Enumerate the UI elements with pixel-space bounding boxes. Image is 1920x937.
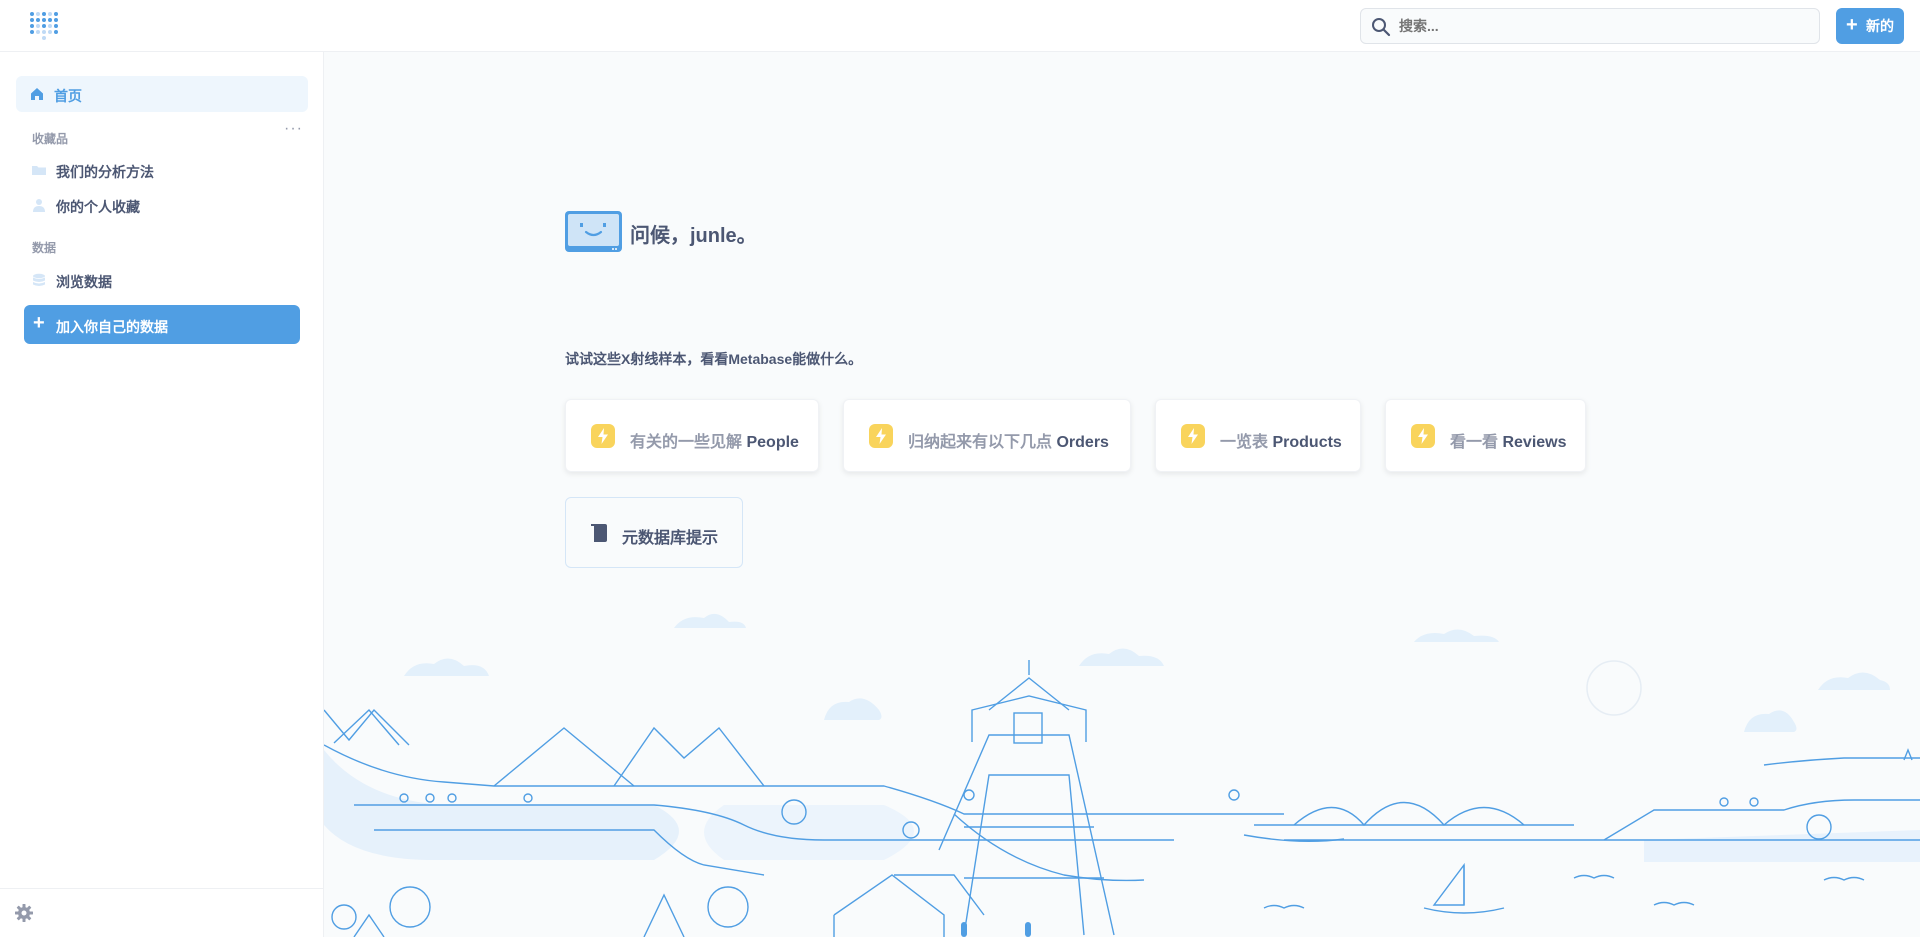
folder-icon — [32, 166, 46, 175]
bolt-icon — [1181, 424, 1205, 448]
search-bar[interactable] — [1360, 8, 1820, 44]
sidebar-item-label: 你的个人收藏 — [56, 199, 140, 215]
sidebar-item-our-analytics[interactable]: 我们的分析方法 — [28, 155, 308, 185]
collections-more-button[interactable]: ··· — [284, 121, 303, 137]
xray-card-products[interactable]: 一览表 Products — [1155, 399, 1361, 472]
sidebar-item-label: 我们的分析方法 — [56, 164, 154, 180]
person-icon — [33, 199, 45, 212]
add-your-own-data-button[interactable]: + 加入你自己的数据 — [24, 305, 300, 344]
xray-card-label: 看一看 Reviews — [1450, 434, 1567, 451]
landscape-illustration — [324, 613, 1920, 937]
collections-section-title: 收藏品 — [32, 132, 69, 146]
database-icon — [33, 273, 45, 286]
xray-card-label: 归纳起来有以下几点 Orders — [908, 434, 1109, 451]
metabot-icon — [565, 211, 622, 252]
xray-section-title: 试试这些X射线样本，看看Metabase能做什么。 — [565, 351, 863, 367]
top-bar: + 新的 — [0, 0, 1920, 52]
sidebar-item-label: 首页 — [54, 88, 82, 104]
search-icon — [1372, 18, 1391, 37]
sidebar-item-label: 浏览数据 — [56, 274, 112, 290]
bolt-icon — [1411, 424, 1435, 448]
metabot-tip-label: 元数据库提示 — [622, 530, 719, 547]
xray-card-reviews[interactable]: 看一看 Reviews — [1385, 399, 1586, 472]
xray-card-orders[interactable]: 归纳起来有以下几点 Orders — [843, 399, 1131, 472]
xray-card-label: 有关的一些见解 People — [630, 434, 799, 451]
metabot-tip-card[interactable]: 元数据库提示 — [565, 497, 743, 568]
search-input[interactable] — [1399, 9, 1799, 43]
sidebar-item-browse-data[interactable]: 浏览数据 — [28, 265, 308, 295]
book-icon — [591, 524, 607, 542]
greeting-text: 问候，junle。 — [630, 225, 757, 247]
bolt-icon — [869, 424, 893, 448]
xray-card-label: 一览表 Products — [1220, 434, 1342, 451]
gear-icon[interactable] — [14, 903, 34, 923]
sidebar-item-home[interactable]: 首页 — [16, 76, 308, 112]
plus-icon: + — [1846, 14, 1858, 36]
data-section-title: 数据 — [32, 241, 57, 255]
add-data-label: 加入你自己的数据 — [56, 319, 168, 335]
metabase-logo-icon[interactable] — [26, 8, 62, 44]
sidebar-footer — [0, 888, 323, 937]
bolt-icon — [591, 424, 615, 448]
new-button[interactable]: + 新的 — [1836, 8, 1904, 44]
sidebar-item-personal-collection[interactable]: 你的个人收藏 — [28, 190, 308, 220]
plus-icon: + — [33, 312, 45, 334]
home-icon — [31, 88, 43, 100]
xray-card-people[interactable]: 有关的一些见解 People — [565, 399, 819, 472]
new-button-label: 新的 — [1866, 18, 1894, 34]
sidebar: 首页 收藏品 ··· 我们的分析方法 你的个人收藏 数据 浏览数据 + 加入你自… — [0, 52, 324, 937]
